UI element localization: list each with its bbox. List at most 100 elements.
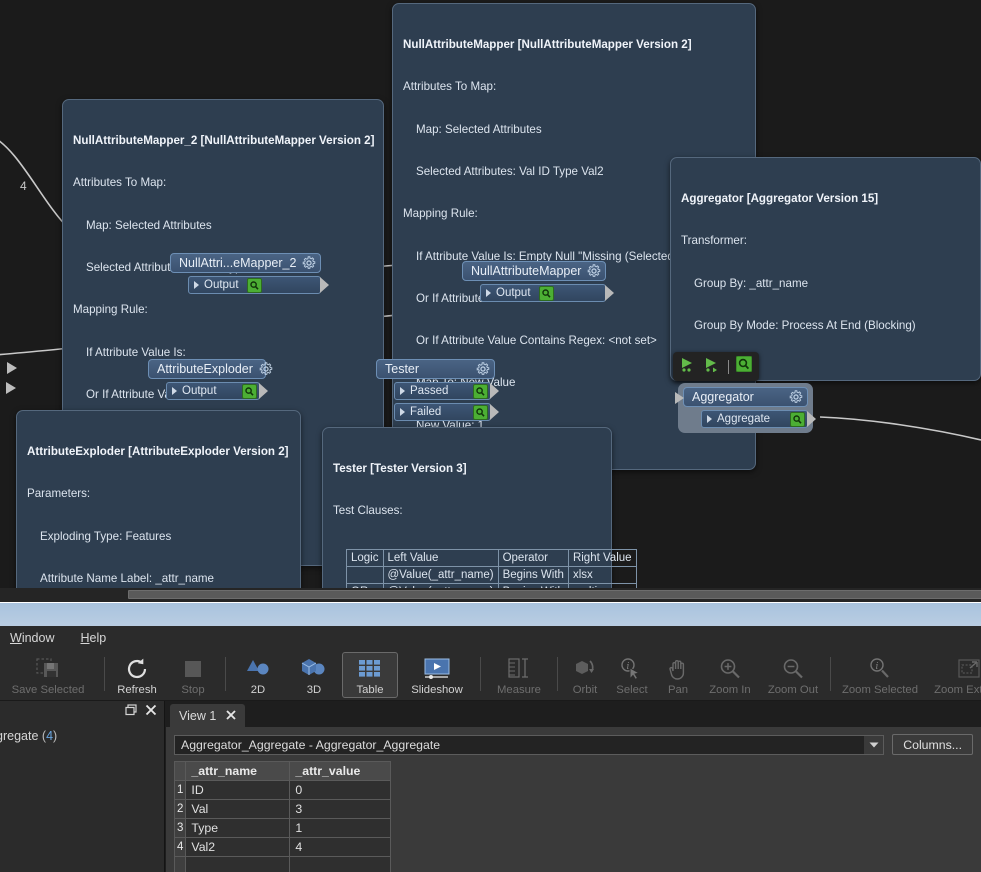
cell-attr-name[interactable]: ID xyxy=(185,780,291,800)
gear-icon[interactable] xyxy=(302,256,316,270)
viewer-toolbar[interactable]: As Save Selected Refresh xyxy=(0,649,981,701)
cell-attr-name[interactable]: Type xyxy=(185,818,291,838)
view-table-label: Table xyxy=(356,684,384,696)
node-header[interactable]: AttributeExploder xyxy=(148,359,273,379)
view-table-button[interactable]: Table xyxy=(342,652,398,698)
feature-type-combo[interactable]: Aggregator_Aggregate - Aggregator_Aggreg… xyxy=(174,734,885,755)
menu-bar[interactable]: Window Help xyxy=(0,626,981,649)
column-header-attr-value[interactable]: _attr_value xyxy=(289,761,392,781)
stop-button[interactable]: Stop xyxy=(165,652,221,698)
inspect-icon[interactable] xyxy=(538,285,554,301)
zoom-out-icon xyxy=(781,656,805,682)
workspace-canvas[interactable]: 4 4 4 52 36 16 NullAttributeMapper [Null… xyxy=(0,0,981,600)
select-button[interactable]: i Select xyxy=(608,652,656,698)
node-port-output[interactable]: Output xyxy=(166,382,268,400)
node-nullattributemapper[interactable]: NullAttributeMapper Output xyxy=(462,261,615,302)
cell-attr-name[interactable]: Val xyxy=(185,799,291,819)
tooltip-title: NullAttributeMapper [NullAttributeMapper… xyxy=(403,38,692,52)
port-label: Output xyxy=(496,287,531,299)
node-aggregator[interactable]: Aggregator Aggregate xyxy=(675,383,816,433)
table-row: @Value(_attr_name) Begins With xlsx xyxy=(346,565,637,584)
pan-label: Pan xyxy=(667,684,689,696)
node-header[interactable]: Tester xyxy=(376,359,495,379)
node-title: Aggregator xyxy=(692,390,754,404)
orbit-cube-icon xyxy=(573,656,597,682)
columns-button[interactable]: Columns... xyxy=(892,734,973,755)
port-arrow-icon xyxy=(320,277,330,293)
feature-count-row[interactable]: gregate (4) xyxy=(0,729,164,743)
table-row[interactable]: 1 ID 0 xyxy=(173,780,392,800)
feature-cache-toolbar[interactable] xyxy=(673,352,759,381)
tab-view-1[interactable]: View 1 xyxy=(170,704,246,727)
table-row[interactable]: 4 Val2 4 xyxy=(173,837,392,857)
inspect-icon[interactable] xyxy=(735,355,753,377)
inspect-icon[interactable] xyxy=(473,404,488,420)
node-port-output[interactable]: Output xyxy=(188,276,330,294)
feature-count[interactable]: 4 xyxy=(46,729,53,743)
pan-button[interactable]: Pan xyxy=(656,652,700,698)
zoom-selected-button[interactable]: i Zoom Selected xyxy=(835,652,925,698)
view-tabstrip[interactable]: View 1 xyxy=(166,701,981,727)
gear-icon[interactable] xyxy=(789,390,803,404)
zoom-extents-button[interactable]: Zoom Extents xyxy=(925,652,981,698)
refresh-button[interactable]: Refresh xyxy=(109,652,165,698)
gear-icon[interactable] xyxy=(587,264,601,278)
table-row-empty[interactable] xyxy=(173,856,392,872)
inspect-icon[interactable] xyxy=(246,277,262,293)
restore-window-icon[interactable] xyxy=(125,703,137,721)
stop-icon xyxy=(182,656,204,682)
zoom-in-button[interactable]: Zoom In xyxy=(700,652,760,698)
tooltip-subtitle: Test Clauses: xyxy=(333,504,403,518)
close-icon[interactable] xyxy=(145,703,157,721)
cell-attr-value[interactable]: 3 xyxy=(289,799,392,819)
node-port-failed[interactable]: Failed xyxy=(394,403,499,421)
node-port-aggregate[interactable]: Aggregate xyxy=(701,410,816,428)
attributes-table[interactable]: _attr_name _attr_value 1 ID 0 2 Val 3 3 … xyxy=(173,761,392,872)
close-icon[interactable] xyxy=(226,709,236,723)
node-nullattributemapper-2[interactable]: NullAttri...eMapper_2 Output xyxy=(170,253,330,294)
measure-button[interactable]: Measure xyxy=(485,652,553,698)
view-3d-button[interactable]: 3D xyxy=(286,652,342,698)
node-port-passed[interactable]: Passed xyxy=(394,382,499,400)
table-row[interactable]: 2 Val 3 xyxy=(173,799,392,819)
cell-left-value: @Value(_attr_name) xyxy=(382,565,499,584)
cell-attr-value[interactable]: 4 xyxy=(289,837,392,857)
cell-attr-name[interactable]: Val2 xyxy=(185,837,291,857)
feature-cache-next-icon[interactable] xyxy=(704,357,721,377)
fme-workbench-window: 4 4 4 52 36 16 NullAttributeMapper [Null… xyxy=(0,0,981,872)
inspect-icon[interactable] xyxy=(473,383,488,399)
table-row[interactable]: 3 Type 1 xyxy=(173,818,392,838)
column-header-attr-name[interactable]: _attr_name xyxy=(185,761,291,781)
chevron-down-icon[interactable] xyxy=(864,735,884,754)
feature-cache-prev-icon[interactable] xyxy=(680,357,697,377)
port-expand-icon xyxy=(486,289,491,297)
port-arrow-icon xyxy=(490,404,499,420)
canvas-hscrollbar-thumb[interactable] xyxy=(128,590,981,599)
node-tester[interactable]: Tester Passed Failed xyxy=(376,359,499,421)
menu-item-help[interactable]: Help xyxy=(76,629,110,647)
menu-item-window[interactable]: Window xyxy=(6,629,58,647)
slideshow-button[interactable]: Slideshow xyxy=(398,652,476,698)
cell-attr-value[interactable] xyxy=(289,856,392,872)
select-cursor-icon: i xyxy=(620,656,644,682)
node-header[interactable]: NullAttributeMapper xyxy=(462,261,607,281)
port-expand-icon xyxy=(400,408,405,416)
gear-icon[interactable] xyxy=(259,362,273,376)
node-header[interactable]: Aggregator xyxy=(675,387,808,407)
gear-icon[interactable] xyxy=(476,362,490,376)
node-port-output[interactable]: Output xyxy=(480,284,615,302)
zoom-out-label: Zoom Out xyxy=(767,684,819,696)
cell-attr-value[interactable]: 0 xyxy=(289,780,392,800)
node-attributeexploder[interactable]: AttributeExploder Output xyxy=(148,359,273,400)
cell-attr-value[interactable]: 1 xyxy=(289,818,392,838)
zoom-out-button[interactable]: Zoom Out xyxy=(760,652,826,698)
inspect-icon[interactable] xyxy=(242,383,257,399)
node-header[interactable]: NullAttri...eMapper_2 xyxy=(170,253,322,273)
save-selected-button[interactable]: Save Selected xyxy=(0,652,100,698)
cell-attr-name[interactable] xyxy=(185,856,291,872)
data-inspector-panel: View 1 Aggregator_Aggregate - Aggregator… xyxy=(166,701,981,872)
view-2d-button[interactable]: 2D xyxy=(230,652,286,698)
inspect-icon[interactable] xyxy=(790,411,805,427)
tooltip-line: Group By Mode: Process At End (Blocking) xyxy=(694,319,916,333)
orbit-button[interactable]: Orbit xyxy=(562,652,608,698)
